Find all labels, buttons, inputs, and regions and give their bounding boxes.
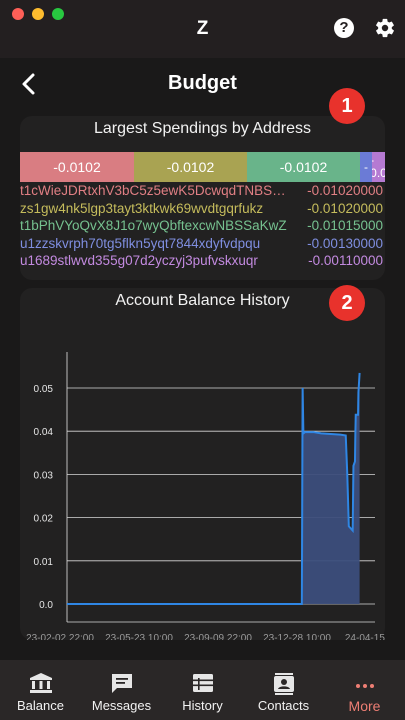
y-tick-label: 0.01 [34,557,54,568]
segment-label: - [364,159,368,174]
help-icon[interactable]: ? [334,18,354,38]
nav-label: Balance [17,698,64,713]
x-tick-label: 24-04-15 22:0 [345,633,385,640]
address-text: t1bPhVYoQvX8J1o7wyQbftexcwNBSSaKwZ [20,218,287,233]
bank-icon [30,673,52,693]
nav-item-contacts[interactable]: Contacts [243,660,324,720]
address-text: t1cWieJDRtxhV3bC5z5ewK5DcwqdTNBSSa [20,183,288,198]
nav-item-messages[interactable]: Messages [81,660,162,720]
address-amount: -0.01020000 [307,200,383,216]
nav-item-more[interactable]: More [324,660,405,720]
nav-label: Contacts [257,698,310,713]
address-text: u1689stlwvd355g07d2yczyj3pufvskxuqr [20,253,258,268]
spending-segment[interactable]: - [360,152,372,182]
spending-segment[interactable]: -0.0102 [20,152,134,182]
balance-history-chart: 0.0 0.01 0.02 0.03 0.04 0.05 23-02-02 22:00 23-… [26,352,385,640]
spending-segment[interactable]: -0.0102 [247,152,360,182]
address-list: t1cWieJDRtxhV3bC5z5ewK5DcwqdTNBSSa -0.01… [20,183,385,271]
address-row[interactable]: u1zzskvrph70tg5flkn5yqt7844xdyfvdpqu -0.… [20,236,385,254]
x-tick-label: 23-12-28 10:00 [263,633,331,640]
x-tick-label: 23-02-02 22:00 [26,633,94,640]
y-tick-label: 0.02 [34,514,54,525]
nav-item-balance[interactable]: Balance [0,660,81,720]
spending-segment[interactable]: - 0.0 [372,152,385,182]
address-amount: -0.01015000 [307,218,383,233]
step-badge: 1 [329,88,365,124]
segment-label: -0.0102 [166,159,215,175]
address-text: zs1gw4nk5lgp3tayt3ktkwk69wvdtgqrfukz [20,200,264,216]
more-icon [356,684,374,688]
spendings-bar: -0.0102 -0.0102 -0.0102 - - 0.0 [20,152,385,182]
largest-spendings-title: Largest Spendings by Address [93,120,312,137]
nav-label: History [182,698,223,713]
segment-label: -0.0102 [53,159,101,175]
largest-spendings-card: Largest Spendings by Address -0.0102 -0.… [20,116,385,280]
title-bar: Z ? [0,0,405,58]
address-text: u1zzskvrph70tg5flkn5yqt7844xdyfvdpqu [20,235,261,251]
nav-label: More [348,698,381,714]
step-badge: 2 [329,285,365,321]
address-amount: -0.01020000 [307,183,383,198]
balance-area [302,372,360,604]
bottom-navigation: Balance Messages History Contacts More [0,660,405,720]
address-row[interactable]: t1cWieJDRtxhV3bC5z5ewK5DcwqdTNBSSa -0.01… [20,183,385,201]
segment-label: -0.0102 [279,159,328,175]
x-tick-label: 23-05-23 10:00 [105,633,173,640]
message-icon [112,674,132,693]
nav-item-history[interactable]: History [162,660,243,720]
segment-label: - 0.0 [372,154,385,180]
gear-icon[interactable] [374,17,396,39]
balance-history-card: Account Balance History 0.0 0.01 0.02 0.03 0… [20,288,385,640]
x-tick-label: 23-09-09 22:00 [184,633,252,640]
y-tick-label: 0.0 [39,600,53,611]
y-tick-label: 0.03 [34,470,54,481]
nav-label: Messages [91,698,152,713]
list-icon [193,674,213,692]
address-row[interactable]: u1689stlwvd355g07d2yczyj3pufvskxuqr -0.0… [20,253,385,271]
address-amount: -0.00110000 [308,253,383,268]
contact-icon [274,673,294,695]
address-row[interactable]: zs1gw4nk5lgp3tayt3ktkwk69wvdtgqrfukz -0.… [20,201,385,219]
address-amount: -0.00130000 [307,235,383,251]
y-tick-label: 0.05 [34,384,54,395]
y-tick-label: 0.04 [34,427,54,438]
spending-segment[interactable]: -0.0102 [134,152,247,182]
address-row[interactable]: t1bPhVYoQvX8J1o7wyQbftexcwNBSSaKwZ -0.01… [20,218,385,236]
